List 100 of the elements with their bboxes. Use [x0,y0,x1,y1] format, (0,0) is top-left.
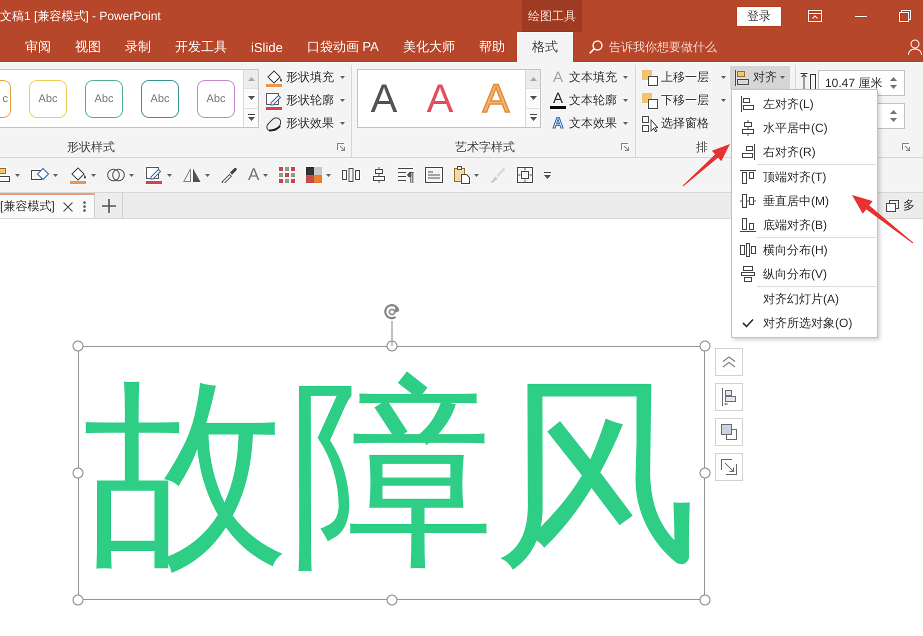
caret-icon[interactable] [205,174,210,176]
eyedropper-icon[interactable] [221,167,237,183]
align-middle-icon [740,193,756,209]
search-field[interactable]: 告诉我你想要做什么 [608,40,749,54]
wordart-preset[interactable]: A [361,74,407,124]
slide-text: 故障风 [84,370,699,576]
style-preset[interactable]: Abc [29,80,67,118]
clipboard-icon[interactable] [454,166,470,184]
ribbon-tab[interactable]: 帮助 [466,32,517,62]
ribbon-tab[interactable]: 录制 [113,32,163,62]
caret-icon[interactable] [129,174,134,176]
ribbon-button[interactable]: 形状轮廓 [265,89,345,112]
rotate-handle[interactable] [382,302,402,346]
side-button[interactable] [715,348,743,376]
color-squares-icon[interactable] [306,167,322,183]
flip-triangles-icon[interactable] [183,168,201,182]
caret-icon[interactable] [15,174,20,176]
search-icon[interactable] [588,40,603,54]
menu-item[interactable]: 顶端对齐(T) [732,165,877,189]
spinner-icon [890,109,897,123]
resize-handle[interactable] [700,468,710,478]
distribute-horizontal-icon [740,242,756,258]
caret-icon[interactable] [53,174,58,176]
distribute-icon[interactable] [342,168,360,182]
menu-item[interactable]: 水平居中(C) [732,116,877,140]
side-button[interactable] [715,453,743,481]
wordart-preset[interactable]: A [417,74,463,124]
ribbon-button[interactable]: A 文本填充 [550,66,628,89]
close-icon[interactable] [62,202,73,212]
menu-item[interactable]: 横向分布(H) [732,238,877,262]
menu-item[interactable]: 纵向分布(V) [732,262,877,286]
text-fill-icon: A [550,69,566,86]
resize-handle[interactable] [386,594,397,606]
restore-icon[interactable] [899,10,911,22]
caret-icon[interactable] [474,174,480,176]
menu-item[interactable]: 右对齐(R) [732,140,877,164]
resize-handle[interactable] [700,340,710,352]
resize-handle[interactable] [72,594,84,606]
resize-handle[interactable] [700,594,710,606]
ribbon-tab[interactable]: iSlide [239,32,295,62]
ribbon-tab[interactable]: 美化大师 [390,32,467,62]
fit-frame-icon[interactable] [517,167,534,183]
paragraph-icon[interactable] [398,167,414,183]
ribbon-button[interactable]: 下移一层 [642,89,728,112]
contextual-tab-label: 绘图工具 [522,0,582,32]
caret-icon [340,122,345,125]
resize-handle[interactable] [72,468,84,478]
plus-icon [102,198,116,212]
vertical-dots-icon[interactable] [82,201,86,212]
caret-icon[interactable] [167,174,172,176]
caret-icon[interactable] [91,174,96,176]
gallery-more-button[interactable] [244,108,258,127]
menu-item[interactable]: 对齐幻灯片(A) [732,287,877,311]
ribbon-tab[interactable]: 视图 [63,32,113,62]
side-button[interactable] [715,418,743,446]
box-chevron-icon[interactable] [808,10,822,22]
style-preset[interactable]: Abc [85,80,123,118]
spinner-button[interactable] [890,103,905,129]
ribbon-tab[interactable]: 审阅 [13,32,63,62]
shapes-icon[interactable] [31,167,49,183]
style-preset[interactable]: Abc [197,80,235,118]
ribbon-button[interactable]: A 文本轮廓 [550,89,628,112]
resize-handle[interactable] [386,340,397,352]
ribbon-button[interactable]: 上移一层 [642,66,728,89]
caret-icon[interactable] [326,174,332,176]
align-center-icon[interactable] [371,167,388,183]
style-preset[interactable]: Abc [141,80,179,118]
text-box-icon[interactable] [425,167,444,183]
ribbon-tab[interactable]: 格式 [516,32,573,62]
ribbon-button[interactable]: 形状效果 [265,112,345,135]
side-button[interactable] [715,383,743,411]
dialog-launcher-icon[interactable] [902,143,910,151]
pen-icon[interactable] [145,166,163,184]
line-caret-icon[interactable] [544,172,552,178]
rounded-shape-icon [265,114,283,132]
gallery-more-button[interactable] [526,108,540,127]
menu-item[interactable]: 底端对齐(B) [732,213,877,237]
color-grid-icon[interactable] [279,167,296,183]
overlapping-circles-icon[interactable] [107,167,125,183]
menu-item[interactable]: 垂直居中(M) [732,189,877,213]
align-left-icon [740,96,756,112]
dialog-launcher-icon[interactable] [621,143,629,151]
menu-item[interactable]: 对齐所选对象(O) [732,311,877,335]
gallery-scroll-down-button[interactable] [526,89,540,109]
person-icon[interactable] [908,39,922,55]
document-tab[interactable]: [兼容模式] [0,193,95,218]
align-bars-icon [721,388,737,406]
align-button[interactable]: 对齐 [730,66,790,89]
ribbon-button[interactable]: 选择窗格 [642,112,728,135]
resize-handle[interactable] [72,340,84,352]
multi-window-button[interactable]: 多 [886,193,915,218]
ribbon-button[interactable]: A 文本效果 [550,112,628,135]
style-preset[interactable]: c [0,80,11,118]
gallery-scroll-down-button[interactable] [244,89,258,109]
ribbon-tab[interactable]: 开发工具 [163,32,239,62]
paint-bucket-icon[interactable] [69,166,87,184]
sign-in-button[interactable]: 登录 [737,6,781,26]
ribbon-button[interactable]: 形状填充 [265,66,345,89]
dialog-launcher-icon[interactable] [337,143,345,151]
ribbon-tab[interactable]: 口袋动画 PA [294,32,391,62]
